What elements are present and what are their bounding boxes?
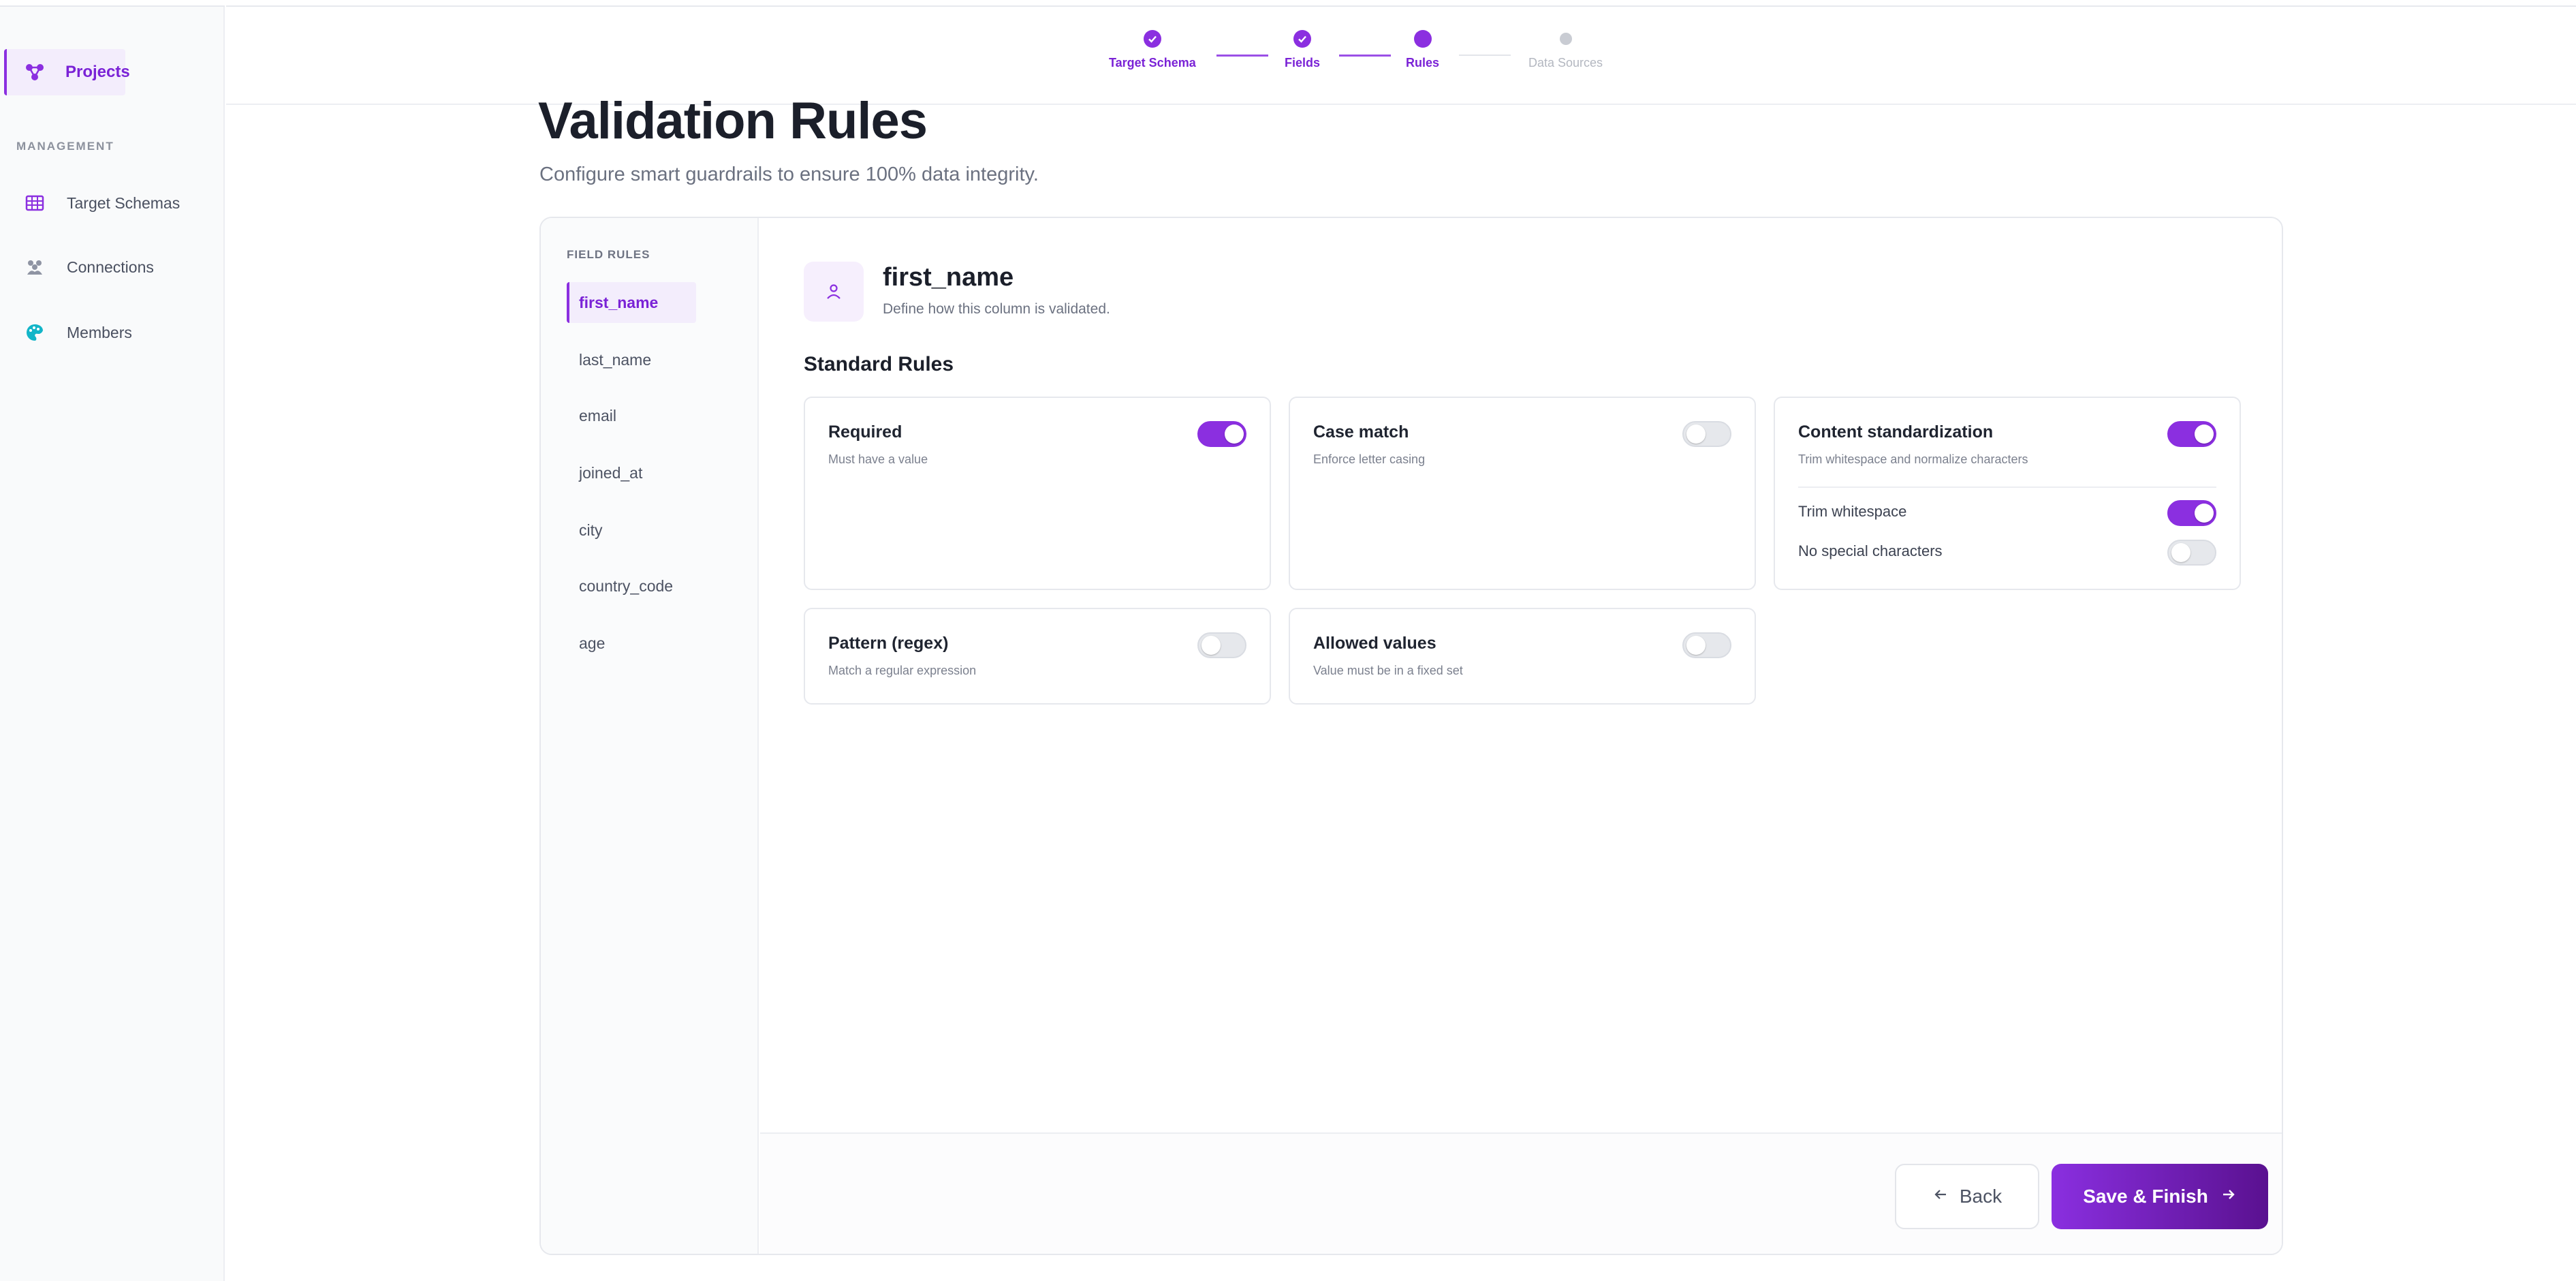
wizard-stepper: Target Schema Fields Rules Data Sources [226, 0, 2576, 105]
rule-card-case-match: Case match Enforce letter casing [1289, 397, 1756, 590]
rule-description: Match a regular expression [828, 664, 977, 677]
back-button[interactable]: Back [1895, 1164, 2039, 1229]
divider [1798, 487, 2216, 488]
option-label: No special characters [1798, 542, 1943, 559]
step-rules[interactable]: Rules [1406, 30, 1439, 70]
step-data-sources[interactable]: Data Sources [1528, 30, 1603, 70]
case-match-toggle[interactable] [1682, 421, 1731, 447]
sidebar-section-label: MANAGEMENT [16, 140, 114, 153]
rule-title: Required [828, 422, 902, 442]
field-rules-title: FIELD RULES [567, 248, 650, 261]
field-item-city[interactable]: city [567, 510, 696, 551]
allowed-values-toggle[interactable] [1682, 632, 1731, 658]
pending-step-dot [1559, 33, 1572, 45]
rule-card-content-standardization: Content standardization Trim whitespace … [1774, 397, 2241, 590]
sidebar-item-members[interactable]: Members [25, 319, 132, 346]
table-grid-icon [25, 193, 45, 213]
option-label: Trim whitespace [1798, 503, 1907, 520]
projects-icon [25, 62, 45, 82]
page-subtitle: Configure smart guardrails to ensure 100… [539, 164, 1039, 185]
rule-description: Enforce letter casing [1313, 452, 1426, 466]
step-label: Data Sources [1528, 56, 1603, 70]
arrow-right-icon [2220, 1186, 2237, 1207]
column-name: first_name [883, 263, 1014, 292]
required-toggle[interactable] [1197, 421, 1246, 447]
field-item-country-code[interactable]: country_code [567, 566, 696, 606]
users-group-icon [25, 257, 45, 277]
no-special-characters-toggle[interactable] [2167, 540, 2216, 566]
step-target-schema[interactable]: Target Schema [1109, 30, 1196, 70]
trim-whitespace-toggle[interactable] [2167, 500, 2216, 526]
save-label: Save & Finish [2083, 1186, 2208, 1207]
column-description: Define how this column is validated. [883, 301, 1110, 317]
sidebar: Projects MANAGEMENT Target Schemas Conne… [0, 0, 225, 1281]
save-finish-button[interactable]: Save & Finish [2052, 1164, 2268, 1229]
rule-description: Must have a value [828, 452, 928, 466]
rule-title: Pattern (regex) [828, 634, 949, 653]
rule-title: Allowed values [1313, 634, 1436, 653]
field-item-first-name[interactable]: first_name [567, 282, 696, 323]
app-root: Projects MANAGEMENT Target Schemas Conne… [0, 0, 2576, 1281]
user-icon [804, 262, 864, 322]
sidebar-item-label: Target Schemas [67, 194, 180, 212]
rule-title: Content standardization [1798, 422, 1994, 442]
rule-card-allowed-values: Allowed values Value must be in a fixed … [1289, 608, 1756, 705]
check-icon [1143, 30, 1161, 48]
current-step-dot [1413, 30, 1432, 48]
field-rules-panel: FIELD RULES first_name last_name email j… [541, 218, 759, 1254]
arrow-left-icon [1932, 1186, 1949, 1207]
step-label: Target Schema [1109, 56, 1196, 70]
rule-card-pattern-regex: Pattern (regex) Match a regular expressi… [804, 608, 1271, 705]
field-item-joined-at[interactable]: joined_at [567, 452, 696, 493]
top-bar: Target Schema Fields Rules Data Sources [226, 0, 2576, 105]
step-connector [1459, 55, 1511, 56]
palette-icon [25, 322, 45, 343]
check-icon [1293, 30, 1311, 48]
field-item-age[interactable]: age [567, 623, 696, 664]
rules-heading: Standard Rules [804, 353, 954, 375]
rule-card-required: Required Must have a value [804, 397, 1271, 590]
sidebar-item-target-schemas[interactable]: Target Schemas [25, 189, 180, 217]
rule-title: Case match [1313, 422, 1409, 442]
sidebar-item-label: Members [67, 323, 132, 341]
step-label: Fields [1285, 56, 1321, 70]
step-label: Rules [1406, 56, 1440, 70]
card-footer: Back Save & Finish [760, 1132, 2282, 1254]
rule-description: Value must be in a fixed set [1313, 664, 1463, 677]
pattern-regex-toggle[interactable] [1197, 632, 1246, 658]
sidebar-item-projects[interactable]: Projects [4, 49, 130, 95]
rule-description: Trim whitespace and normalize characters [1798, 452, 2028, 466]
field-detail: first_name Define how this column is val… [760, 218, 2282, 1254]
sidebar-item-connections[interactable]: Connections [25, 253, 154, 281]
step-fields[interactable]: Fields [1285, 30, 1320, 70]
page-title: Validation Rules [538, 92, 928, 150]
step-connector [1339, 55, 1391, 57]
field-item-email[interactable]: email [567, 395, 696, 436]
field-item-last-name[interactable]: last_name [567, 339, 696, 380]
sidebar-top-border [0, 0, 225, 7]
back-label: Back [1959, 1186, 2002, 1207]
content-standardization-toggle[interactable] [2167, 421, 2216, 447]
step-connector [1216, 55, 1268, 57]
sidebar-item-label: Connections [67, 258, 154, 276]
sidebar-item-label: Projects [65, 63, 130, 81]
rules-card: FIELD RULES first_name last_name email j… [539, 217, 2283, 1255]
